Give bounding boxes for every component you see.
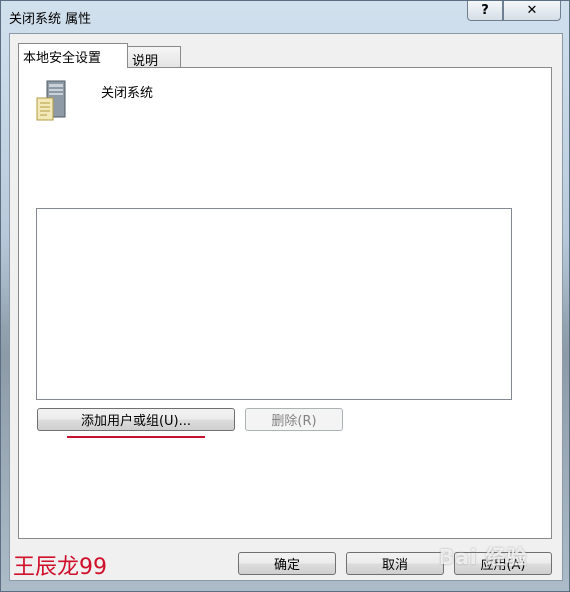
annotation-underline — [67, 436, 205, 438]
title-bar[interactable]: 关闭系统 属性 ? ✕ — [1, 1, 569, 29]
tab-explain[interactable]: 说明 — [127, 46, 181, 69]
help-icon: ? — [481, 3, 489, 18]
help-button[interactable]: ? — [467, 1, 503, 21]
close-button[interactable]: ✕ — [503, 1, 561, 21]
add-user-or-group-button[interactable]: 添加用户或组(U)... — [37, 408, 235, 431]
properties-dialog: 关闭系统 属性 ? ✕ 本地安全设置 说明 关闭系统 添加用户或组(U)... … — [0, 0, 570, 592]
dialog-client-area: 本地安全设置 说明 关闭系统 添加用户或组(U)... 删除(R) 确定 取消 … — [9, 33, 563, 581]
window-title: 关闭系统 属性 — [9, 12, 92, 27]
close-icon: ✕ — [526, 3, 538, 18]
server-policy-icon — [36, 80, 66, 121]
cancel-button[interactable]: 取消 — [346, 552, 444, 575]
tab-local-security-setting[interactable]: 本地安全设置 — [18, 43, 128, 68]
tab-label: 本地安全设置 — [23, 51, 102, 66]
author-watermark: 王辰龙99 — [13, 555, 107, 580]
site-watermark: Bai 经验 — [439, 545, 528, 569]
ok-button[interactable]: 确定 — [238, 552, 336, 575]
users-groups-listbox[interactable] — [36, 208, 512, 400]
policy-name: 关闭系统 — [101, 86, 154, 101]
remove-button[interactable]: 删除(R) — [245, 408, 343, 431]
tab-panel: 关闭系统 添加用户或组(U)... 删除(R) — [18, 67, 552, 539]
